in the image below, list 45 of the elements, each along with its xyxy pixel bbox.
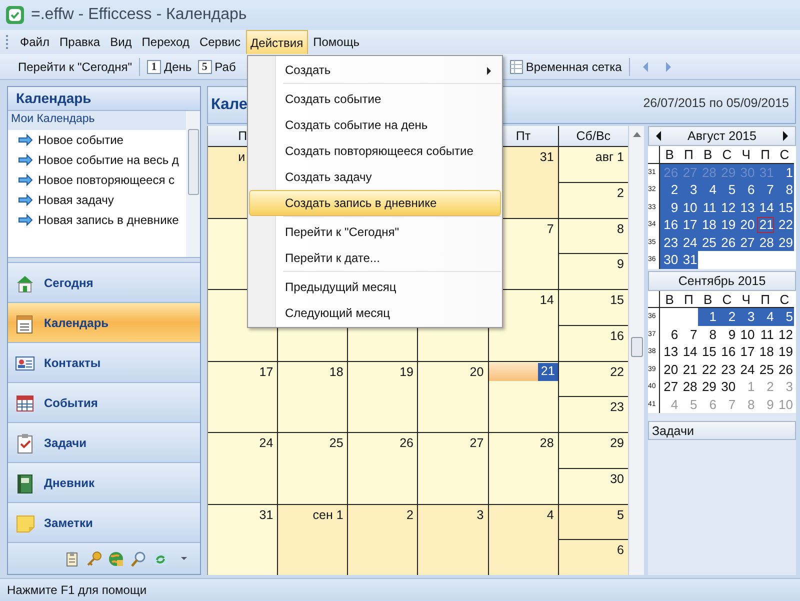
calendar-title: Кале — [211, 96, 248, 114]
day-number: 15 — [610, 292, 625, 307]
day-number: 27 — [470, 435, 485, 450]
weekday-label: В — [660, 290, 680, 308]
day-number: 31 — [540, 149, 555, 164]
day-number: 28 — [540, 435, 555, 450]
day-number: 9 — [617, 256, 625, 272]
day-number: 14 — [540, 292, 555, 307]
day-number: и — [238, 149, 246, 164]
day-number: 31 — [259, 506, 274, 522]
day-number: 17 — [259, 364, 274, 378]
day-number: 23 — [610, 399, 625, 414]
day-number: авг 1 — [595, 149, 625, 164]
day-number: 7 — [546, 220, 555, 236]
day-number: 18 — [329, 364, 344, 378]
day-number: 29 — [610, 435, 625, 450]
day-number: сен 1 — [312, 506, 344, 522]
panel-title: Календарь — [8, 87, 200, 110]
day-number: 2 — [406, 506, 414, 522]
day-number: 19 — [400, 364, 414, 378]
day-number: 30 — [610, 470, 625, 486]
weekday-label: П — [679, 290, 698, 308]
calendar-page-icon: 5 — [198, 60, 212, 74]
day-number: 2 — [617, 184, 625, 200]
day-number: 26 — [400, 435, 414, 450]
day-number: 25 — [329, 435, 344, 450]
day-number: 6 — [617, 542, 625, 558]
window-title: =.effw - Efficcess - Календарь — [31, 6, 247, 24]
day-number: 20 — [470, 364, 485, 378]
day-number: 22 — [610, 364, 625, 378]
calendar-page-icon: 1 — [146, 60, 161, 74]
day-number: 16 — [610, 328, 625, 343]
date-range: 26/07/2015 по 05/09/2015 — [643, 96, 789, 110]
day-number: 8 — [617, 220, 625, 236]
column-header: Сб/Вс — [558, 126, 628, 146]
day-number: 4 — [546, 506, 555, 522]
day-number: 24 — [259, 435, 274, 450]
day-number: 3 — [476, 506, 485, 522]
panel-header: Задачи — [648, 421, 796, 440]
month-title: Август 2015 — [688, 129, 756, 143]
status-text: Нажмите F1 для помощи — [7, 583, 147, 597]
day-number: 21 — [538, 362, 558, 380]
day-number: 5 — [617, 506, 625, 522]
group-header: Мои Календарь — [8, 111, 186, 130]
month-title: Сентябрь 2015 — [678, 274, 766, 288]
